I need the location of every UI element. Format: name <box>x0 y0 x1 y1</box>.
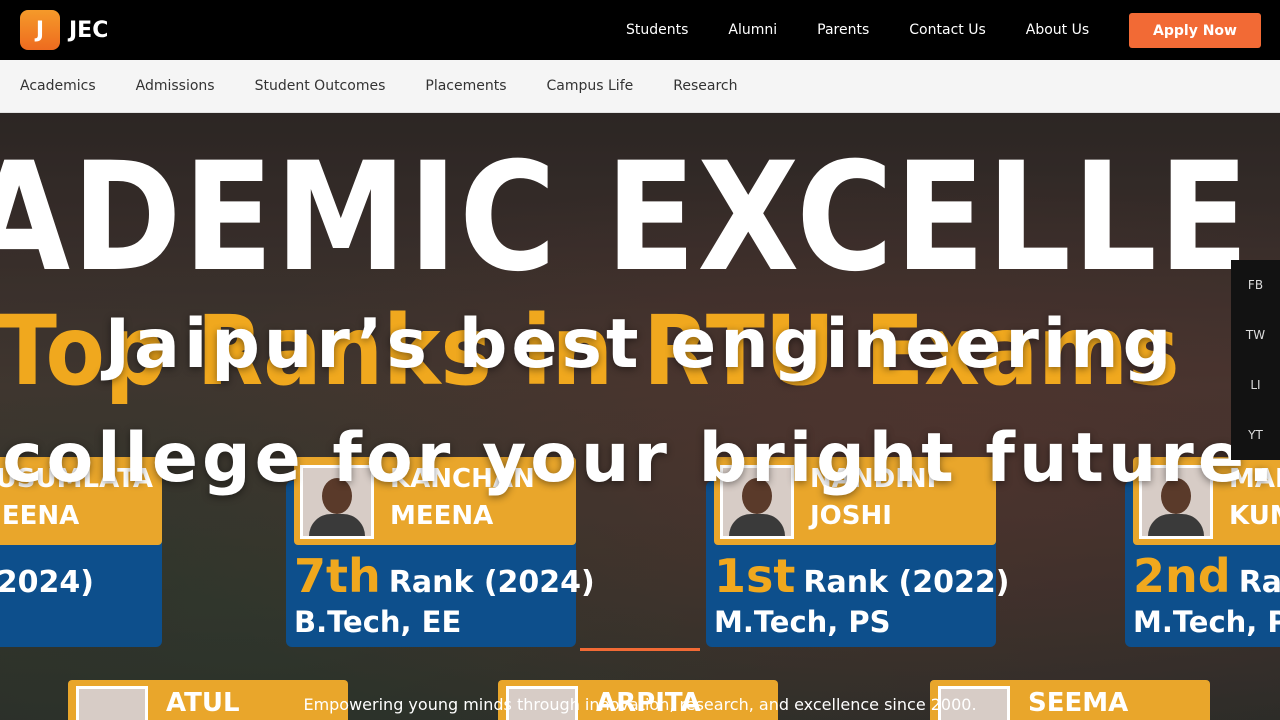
logo-text: JEC <box>69 17 109 43</box>
banner-title: ADEMIC EXCELLE <box>0 131 1251 305</box>
logo-mark: J <box>20 10 60 50</box>
topper-rank: 1st Rank (2022) <box>714 549 1010 603</box>
topper-rank: 7th Rank (2024) <box>294 549 595 603</box>
nav-about-us[interactable]: About Us <box>1026 22 1089 38</box>
nav-parents[interactable]: Parents <box>817 22 869 38</box>
topper-degree: M.Tech, P <box>1133 605 1280 639</box>
subnav-research[interactable]: Research <box>673 78 737 94</box>
hero-headline: Jaipur’s best engineering college for yo… <box>2 305 1278 498</box>
nav-students[interactable]: Students <box>626 22 688 38</box>
topper-rank: Rank (2024) <box>0 565 95 600</box>
subnav-student-outcomes[interactable]: Student Outcomes <box>255 78 386 94</box>
topper-degree: B.Tech, EE <box>294 605 462 639</box>
social-sidebar: FB TW LI YT <box>1231 260 1280 460</box>
hero-tagline: Empowering young minds through innovatio… <box>303 695 977 714</box>
topper-degree: M.Tech, PS <box>714 605 891 639</box>
nav-contact-us[interactable]: Contact Us <box>909 22 985 38</box>
subnav-campus-life[interactable]: Campus Life <box>547 78 634 94</box>
top-nav: Students Alumni Parents Contact Us About… <box>606 0 1109 60</box>
site-logo[interactable]: J JEC <box>20 10 108 50</box>
secondary-nav: Academics Admissions Student Outcomes Pl… <box>0 60 1280 113</box>
hero-section: ADEMIC EXCELLE Top Ranks in RTU Exams KU… <box>0 113 1280 720</box>
subnav-academics[interactable]: Academics <box>20 78 96 94</box>
top-header: J JEC Students Alumni Parents Contact Us… <box>0 0 1280 60</box>
topper-rank: 2ndRan <box>1133 549 1280 603</box>
twitter-icon[interactable]: TW <box>1231 310 1280 360</box>
linkedin-icon[interactable]: LI <box>1231 360 1280 410</box>
subnav-admissions[interactable]: Admissions <box>136 78 215 94</box>
apply-now-button[interactable]: Apply Now <box>1129 13 1261 48</box>
facebook-icon[interactable]: FB <box>1231 260 1280 310</box>
headline-divider <box>580 648 700 651</box>
youtube-icon[interactable]: YT <box>1231 410 1280 460</box>
subnav-placements[interactable]: Placements <box>425 78 506 94</box>
nav-alumni[interactable]: Alumni <box>728 22 777 38</box>
